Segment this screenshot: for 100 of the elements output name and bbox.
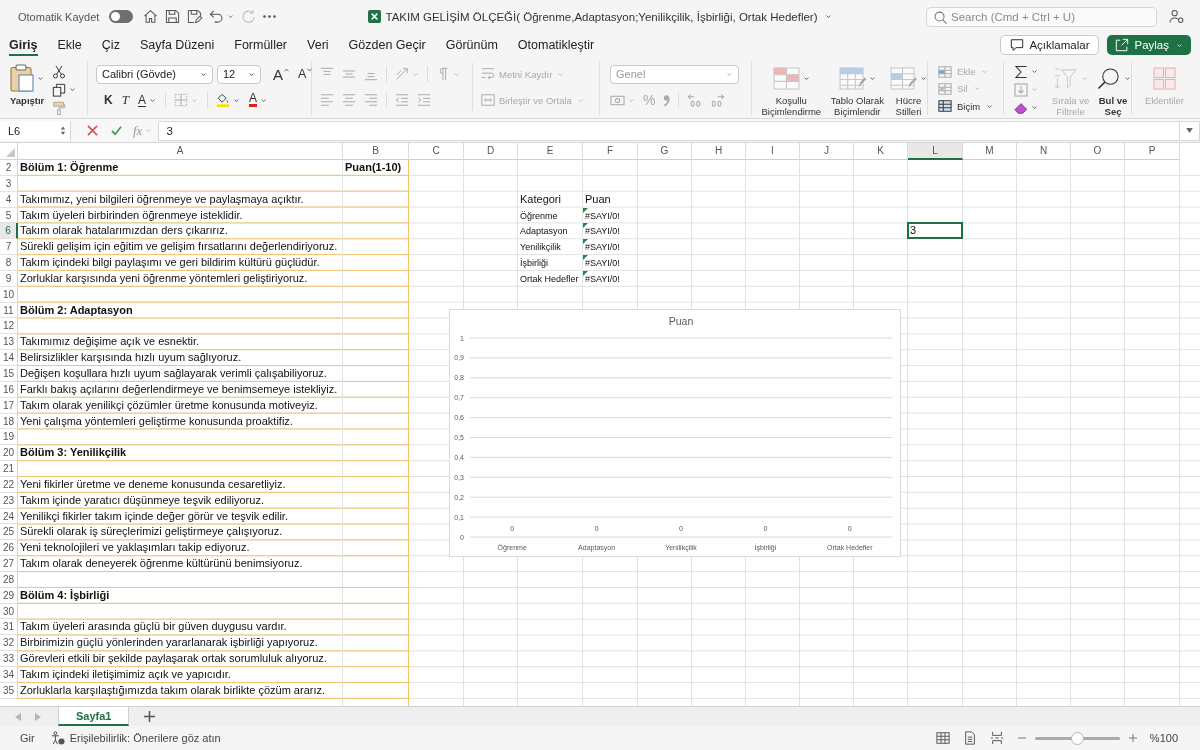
survey-statement: Birbirimizin güçlü yönlerinden yararlanarak işbirliği yapıyoruz.: [19, 636, 319, 649]
column-header[interactable]: H: [692, 143, 746, 160]
column-header[interactable]: F: [583, 143, 638, 160]
grid-icon: [935, 731, 950, 745]
category-label: Öğrenme: [519, 210, 559, 221]
underline-button[interactable]: A: [137, 89, 156, 111]
ribbon-tab[interactable]: Görünüm: [445, 34, 498, 56]
page-icon: [962, 731, 977, 745]
ribbon-tab[interactable]: Gözden Geçir: [348, 34, 426, 56]
row-header[interactable]: 33: [0, 651, 18, 667]
checkmark-icon: [110, 125, 122, 136]
close-icon: [86, 125, 98, 136]
sheet-tab[interactable]: Sayfa1: [58, 707, 130, 726]
caret-icon: [1031, 69, 1038, 74]
font-color-button[interactable]: A: [248, 89, 267, 111]
error-value: #SAYI/0!: [584, 273, 621, 284]
formula-input[interactable]: 3: [158, 120, 1180, 141]
row-header[interactable]: 7: [0, 239, 18, 256]
column-header[interactable]: G: [638, 143, 692, 160]
column-heading: Puan: [584, 192, 612, 205]
share-button[interactable]: Paylaş: [1107, 35, 1191, 55]
row-header[interactable]: 31: [0, 619, 18, 636]
paste-button[interactable]: Yapıştır: [10, 63, 45, 106]
survey-statement: Yeni fikirler üretme ve deneme konusunda cesaretliyiz.: [19, 477, 287, 490]
format-cells-button[interactable]: Biçim: [938, 97, 994, 115]
ribbon-tab[interactable]: Ekle: [57, 34, 82, 56]
page-layout-button[interactable]: [962, 731, 977, 745]
find-select-button[interactable]: Bul ve Seç: [1095, 63, 1131, 117]
section-heading: Bölüm 4: İşbirliği: [19, 588, 111, 601]
accessibility-button[interactable]: Erişilebilirlik: Önerilere göz atın: [50, 731, 221, 745]
bold-button[interactable]: K: [104, 89, 113, 111]
survey-statement: Sürekli gelişim için eğitim ve gelişim fırsatlarını değerlendiriyoruz.: [19, 240, 339, 253]
column-header[interactable]: M: [963, 143, 1017, 160]
paintbrush-icon: [52, 100, 67, 115]
italic-button[interactable]: T: [121, 89, 129, 111]
row-header[interactable]: 25: [0, 524, 18, 541]
clipboard-icon: [10, 64, 35, 92]
search-field[interactable]: Search (Cmd + Ctrl + U): [926, 6, 1157, 27]
column-header[interactable]: I: [746, 143, 800, 160]
document-title-button[interactable]: TAKIM GELİŞİM ÖLÇEĞİ( Öğrenme,Adaptasyon;Yenilikçilik, İşbirliği, Ortak Hedefler): [368, 10, 832, 23]
chart-title: Puan: [668, 315, 694, 327]
column-header[interactable]: O: [1071, 143, 1125, 160]
people-icon: [1169, 9, 1184, 24]
row-header[interactable]: 26: [0, 540, 18, 557]
zoom-slider-thumb[interactable]: [1070, 731, 1084, 745]
row-header[interactable]: 19: [0, 429, 18, 446]
row-header[interactable]: 2: [0, 160, 18, 176]
ribbon-tab[interactable]: Formüller: [234, 34, 288, 56]
caret-icon: [37, 75, 45, 81]
comma-icon: [663, 93, 671, 107]
share-icon: [1115, 38, 1130, 52]
column-header[interactable]: L: [908, 143, 963, 160]
row-header[interactable]: 14: [0, 350, 18, 366]
undo-icon: [209, 9, 225, 24]
ribbon-tab[interactable]: Sayfa Düzeni: [139, 34, 215, 56]
row-header[interactable]: 13: [0, 334, 18, 351]
row-header[interactable]: 27: [0, 556, 18, 572]
insert-cells-icon: [938, 64, 952, 79]
column-header[interactable]: K: [854, 143, 908, 160]
plus-icon: [144, 711, 155, 722]
column-header[interactable]: N: [1017, 143, 1071, 160]
column-header[interactable]: E: [518, 143, 583, 160]
font-size-dropdown[interactable]: 12: [217, 64, 261, 84]
row-header[interactable]: 12: [0, 318, 18, 335]
save-icon: [165, 9, 181, 24]
row-header[interactable]: 34: [0, 667, 18, 683]
column-header[interactable]: P: [1125, 143, 1180, 160]
name-box[interactable]: L6: [0, 120, 71, 141]
expand-formula-button[interactable]: [1180, 120, 1200, 141]
down-arrow-box-icon: [1014, 82, 1028, 97]
column-header[interactable]: B: [343, 143, 409, 160]
ribbon-tab[interactable]: Veri: [307, 34, 329, 56]
grow-font-button[interactable]: A: [273, 63, 289, 85]
zoom-in-button[interactable]: [1127, 731, 1138, 745]
font-name-dropdown[interactable]: Calibri (Gövde): [96, 64, 213, 84]
row-header[interactable]: 32: [0, 635, 18, 652]
copy-button[interactable]: [52, 81, 77, 98]
format-cells-icon: [938, 99, 952, 114]
column-header[interactable]: J: [800, 143, 854, 160]
row-header[interactable]: 6: [0, 223, 18, 240]
row-header[interactable]: 20: [0, 445, 18, 462]
row-header[interactable]: 21: [0, 461, 18, 477]
shrink-font-button[interactable]: A: [298, 63, 313, 85]
normal-view-button[interactable]: [935, 731, 950, 745]
autosum-button[interactable]: [1014, 63, 1038, 80]
column-header[interactable]: A: [18, 143, 343, 160]
triangle-down-icon: [1186, 128, 1193, 133]
row-header[interactable]: 8: [0, 255, 18, 271]
survey-statement: Farklı bakış açılarını değerlendirmeye ve benimsemeye istekliyiz.: [19, 382, 339, 395]
autosave-toggle[interactable]: [109, 10, 134, 23]
borders-icon: [173, 93, 188, 107]
caret-icon: [232, 97, 240, 103]
comments-button[interactable]: Açıklamalar: [1000, 35, 1100, 55]
column-header[interactable]: D: [464, 143, 518, 160]
column-header[interactable]: C: [409, 143, 464, 160]
survey-statement: Zorluklarla karşılaştığımızda takım olarak birlikte çözüm ararız.: [19, 683, 327, 696]
ribbon-tab[interactable]: Çiz: [101, 34, 120, 56]
page-break-button[interactable]: [989, 731, 1004, 745]
eraser-icon: [1014, 100, 1028, 115]
ribbon-tab[interactable]: Otomatikleştir: [517, 34, 595, 56]
